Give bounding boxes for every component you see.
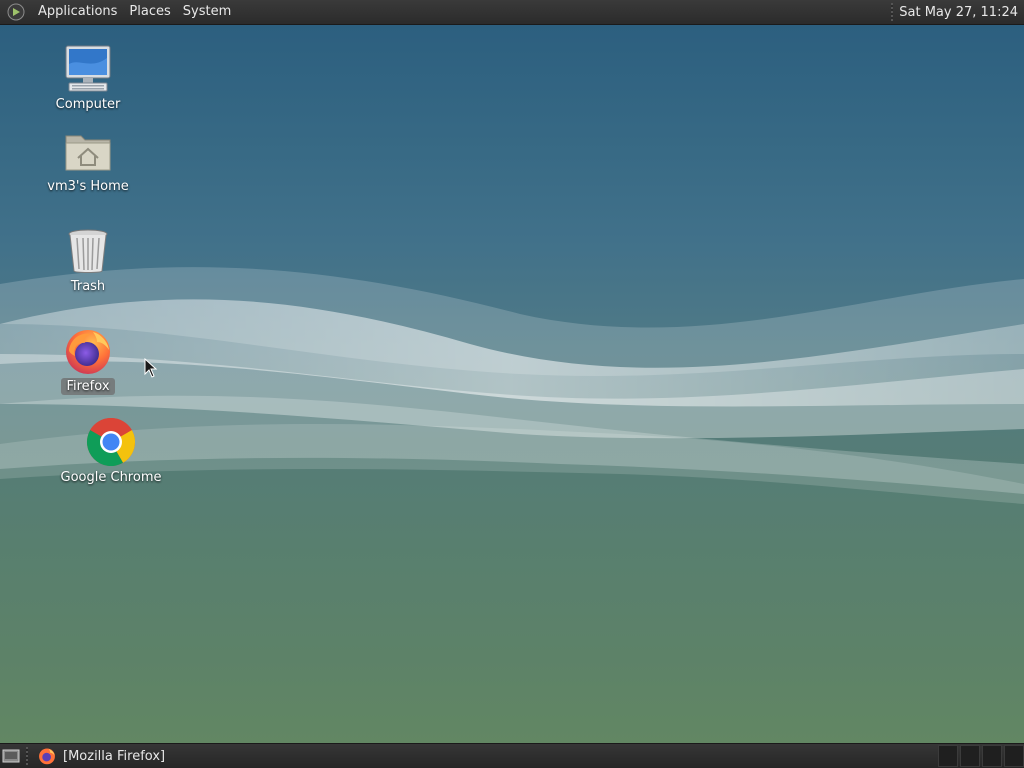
show-desktop-icon <box>2 749 20 763</box>
home-folder-icon <box>63 126 113 176</box>
mouse-cursor-icon <box>144 358 158 378</box>
desktop[interactable]: Computer vm3's Home Trash Firefox Google… <box>0 24 1024 744</box>
desktop-icon-label: Trash <box>70 279 106 294</box>
clock[interactable]: Sat May 27, 11:24 <box>899 5 1024 20</box>
desktop-icon-label: Firefox <box>61 378 115 395</box>
desktop-icon-firefox[interactable]: Firefox <box>33 326 143 395</box>
firefox-icon <box>63 326 113 376</box>
panel-separator <box>891 3 894 21</box>
desktop-icon-chrome[interactable]: Google Chrome <box>56 417 166 486</box>
workspace-4[interactable] <box>1004 745 1024 767</box>
workspace-3[interactable] <box>982 745 1002 767</box>
taskbar-button-label: [Mozilla Firefox] <box>63 748 166 764</box>
bottom-panel: [Mozilla Firefox] <box>0 744 1024 768</box>
desktop-icon-label: Computer <box>55 97 121 112</box>
desktop-icon-trash[interactable]: Trash <box>33 226 143 295</box>
wallpaper-waves <box>0 267 1024 504</box>
top-panel: Applications Places System Sat May 27, 1… <box>0 0 1024 24</box>
computer-icon <box>63 44 113 94</box>
desktop-icon-computer[interactable]: Computer <box>33 44 143 113</box>
workspace-1[interactable] <box>938 745 958 767</box>
panel-separator <box>26 747 28 765</box>
menu-system[interactable]: System <box>177 0 237 24</box>
taskbar-button-firefox[interactable]: [Mozilla Firefox] <box>32 745 171 767</box>
distro-logo-icon[interactable] <box>6 2 26 22</box>
menu-applications[interactable]: Applications <box>32 0 123 24</box>
desktop-icon-home[interactable]: vm3's Home <box>33 126 143 195</box>
desktop-icon-label: Google Chrome <box>60 470 162 485</box>
chrome-icon <box>86 417 136 467</box>
menu-places[interactable]: Places <box>123 0 176 24</box>
firefox-icon <box>39 748 55 765</box>
desktop-icon-label: vm3's Home <box>47 179 129 194</box>
workspace-2[interactable] <box>960 745 980 767</box>
show-desktop-button[interactable] <box>0 744 22 768</box>
trash-icon <box>63 226 113 276</box>
